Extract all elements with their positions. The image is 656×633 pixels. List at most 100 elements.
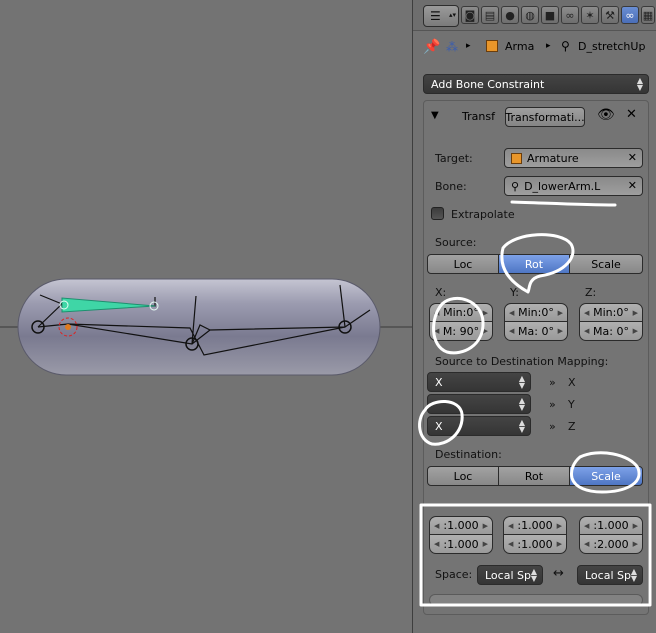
value: Ma: 0° [593, 324, 629, 338]
texture-icon[interactable]: ▦ [641, 6, 655, 24]
axis-label-x: X: [435, 286, 447, 299]
decrement-icon[interactable]: ◀ [434, 327, 439, 335]
value: Local Sp [585, 568, 631, 582]
axis-label-y: Y: [510, 286, 519, 299]
decrement-icon[interactable]: ◀ [509, 327, 514, 335]
source-tab-scale[interactable]: Scale [569, 254, 643, 274]
origin-dot [65, 324, 71, 330]
decrement-icon[interactable]: ◀ [508, 540, 513, 548]
bone-icon[interactable]: ⚒ [601, 6, 619, 24]
mapping-z-dropdown[interactable]: X ▲ ▼ [427, 416, 531, 436]
armature-data-icon[interactable]: ✶ [581, 6, 599, 24]
render-icon[interactable]: ◙ [461, 6, 479, 24]
extrapolate-checkbox[interactable] [431, 207, 444, 220]
render-layers-icon[interactable]: ▤ [481, 6, 499, 24]
value: X [435, 375, 443, 389]
3d-viewport[interactable] [0, 0, 412, 633]
value: M: 90° [442, 324, 480, 338]
clear-icon[interactable]: ✕ [628, 179, 637, 192]
decrement-icon[interactable]: ◀ [434, 309, 439, 317]
properties-editor-icon: ☰ [430, 9, 441, 23]
decrement-icon[interactable]: ◀ [434, 540, 439, 548]
clear-icon[interactable]: ✕ [628, 151, 637, 164]
target-space-dropdown[interactable]: Local Sp ▲ ▼ [577, 565, 643, 585]
dest-y-max[interactable]: ◀:1.000 ▶ [503, 535, 567, 554]
source-x-max[interactable]: ◀ M: 90° ▶ [429, 322, 493, 341]
decrement-icon[interactable]: ◀ [584, 522, 589, 530]
bone-label: Bone: [435, 180, 467, 193]
dest-z-max[interactable]: ◀:2.000 ▶ [579, 535, 643, 554]
decrement-icon[interactable]: ◀ [584, 309, 589, 317]
influence-slider[interactable] [429, 594, 643, 606]
source-tab-loc[interactable]: Loc [427, 254, 499, 274]
mapping-label: Source to Destination Mapping: [435, 355, 609, 368]
increment-icon[interactable]: ▶ [557, 540, 562, 548]
scene-icon[interactable]: ● [501, 6, 519, 24]
increment-icon[interactable]: ▶ [633, 327, 638, 335]
dest-z-min[interactable]: ◀:1.000 ▶ [579, 516, 643, 535]
increment-icon[interactable]: ▶ [633, 540, 638, 548]
source-tab-rot[interactable]: Rot [498, 254, 570, 274]
owner-space-dropdown[interactable]: Local Sp ▲ ▼ [477, 565, 543, 585]
dest-tab-rot[interactable]: Rot [498, 466, 570, 486]
decrement-icon[interactable]: ◀ [434, 522, 439, 530]
constraint-type-label: Transformati... [505, 110, 585, 124]
source-x-min[interactable]: ◀ Min:0° ▶ [429, 303, 493, 322]
mapping-arrow: » [549, 420, 556, 433]
object-icon[interactable]: ■ [541, 6, 559, 24]
bone-icon: ⚲ [511, 179, 520, 193]
dest-x-min[interactable]: ◀:1.000 ▶ [429, 516, 493, 535]
bone-field[interactable]: ⚲ D_lowerArm.L ✕ [504, 176, 643, 196]
editor-type-button[interactable]: ☰ ▴▾ [423, 5, 459, 27]
target-value: Armature [527, 151, 579, 165]
tab-label: Loc [453, 469, 473, 483]
dest-tab-loc[interactable]: Loc [427, 466, 499, 486]
object-icon [511, 152, 522, 164]
dest-x-max[interactable]: ◀:1.000 ▶ [429, 535, 493, 554]
mapping-y-dropdown[interactable]: ▲ ▼ [427, 394, 531, 414]
world-icon[interactable]: ◍ [521, 6, 539, 24]
mapping-target-z: Z [568, 420, 576, 433]
increment-icon[interactable]: ▶ [483, 522, 488, 530]
collapse-triangle-icon[interactable]: ▼ [431, 110, 439, 121]
dest-y-min[interactable]: ◀ :1.000 ▶ [503, 516, 567, 535]
decrement-icon[interactable]: ◀ [508, 522, 513, 530]
mapping-arrow: » [549, 376, 556, 389]
mapping-x-dropdown[interactable]: X ▲ ▼ [427, 372, 531, 392]
increment-icon[interactable]: ▶ [483, 309, 488, 317]
increment-icon[interactable]: ▶ [633, 522, 638, 530]
chevron-updown-icon: ▲ ▼ [518, 396, 525, 412]
decrement-icon[interactable]: ◀ [584, 327, 589, 335]
increment-icon[interactable]: ▶ [558, 309, 563, 317]
constraint-name[interactable]: Transf [462, 110, 495, 123]
pin-icon[interactable]: 📌 [423, 39, 440, 55]
increment-icon[interactable]: ▶ [483, 540, 488, 548]
value: Ma: 0° [518, 324, 554, 338]
armature-icon: ⁂ [446, 40, 458, 54]
add-bone-constraint-dropdown[interactable]: Add Bone Constraint ▲ ▼ [423, 74, 649, 94]
source-z-max[interactable]: ◀ Ma: 0° ▶ [579, 322, 643, 341]
source-y-min[interactable]: ◀ Min:0° ▶ [504, 303, 568, 322]
space-label: Space: [435, 568, 473, 581]
close-icon[interactable]: ✕ [626, 107, 637, 122]
increment-icon[interactable]: ▶ [483, 327, 488, 335]
target-field[interactable]: Armature ✕ [504, 148, 643, 168]
constraint-type-button[interactable]: Transformati... [505, 107, 585, 127]
mapping-arrow: » [549, 398, 556, 411]
chevron-updown-icon: ▲ ▼ [636, 76, 643, 92]
source-z-min[interactable]: ◀ Min:0° ▶ [579, 303, 643, 322]
chevron-updown-icon: ▲ ▼ [518, 374, 525, 390]
source-y-max[interactable]: ◀ Ma: 0° ▶ [504, 322, 568, 341]
dest-tab-scale[interactable]: Scale [569, 466, 643, 486]
increment-icon[interactable]: ▶ [633, 309, 638, 317]
value: :1.000 [517, 519, 553, 532]
increment-icon[interactable]: ▶ [558, 327, 563, 335]
decrement-icon[interactable]: ◀ [509, 309, 514, 317]
axis-label-z: Z: [585, 286, 597, 299]
constraints-icon[interactable]: ∞ [561, 6, 579, 24]
source-label: Source: [435, 236, 477, 249]
bone-constraints-icon[interactable]: ∞ [621, 6, 639, 24]
eye-icon[interactable]: 👁 [597, 107, 615, 123]
decrement-icon[interactable]: ◀ [584, 540, 589, 548]
increment-icon[interactable]: ▶ [557, 522, 562, 530]
